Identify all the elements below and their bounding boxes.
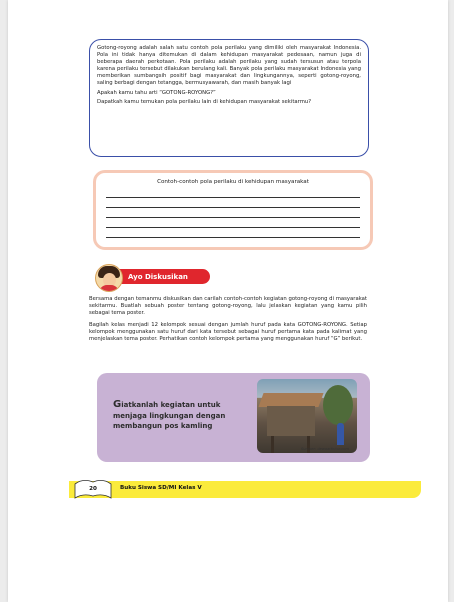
page-number: 20 bbox=[89, 486, 97, 492]
section-banner: Ayo Diskusikan bbox=[118, 269, 210, 284]
examples-worksheet-box: Contoh-contoh pola perilaku di kehidupan… bbox=[93, 170, 373, 250]
answer-line[interactable] bbox=[106, 197, 360, 198]
poster-text-rest: iatkanlah kegiatan untuk menjaga lingkun… bbox=[113, 401, 226, 430]
poster-initial: G bbox=[113, 399, 122, 410]
discussion-paragraph-2: Bagilah kelas menjadi 12 kelompok sesuai… bbox=[89, 322, 367, 343]
answer-line[interactable] bbox=[106, 227, 360, 228]
intro-paragraph: Gotong-royong adalah salah satu contoh p… bbox=[97, 45, 361, 87]
poster-example: Giatkanlah kegiatan untuk menjaga lingku… bbox=[97, 373, 370, 462]
book-title: Buku Siswa SD/MI Kelas V bbox=[120, 485, 202, 491]
examples-title: Contoh-contoh pola perilaku di kehidupan… bbox=[157, 179, 309, 185]
section-title: Ayo Diskusikan bbox=[128, 272, 188, 281]
poster-text: Giatkanlah kegiatan untuk menjaga lingku… bbox=[113, 399, 243, 432]
intro-text-box: Gotong-royong adalah salah satu contoh p… bbox=[89, 39, 369, 157]
poster-photo: Sumber: dewaarthitur.com bbox=[257, 379, 357, 453]
discussion-paragraph-1: Bersama dengan temanmu diskusikan dan ca… bbox=[89, 296, 367, 317]
intro-question-1: Apakah kamu tahu arti “GOTONG-ROYONG?” bbox=[97, 89, 216, 96]
student-avatar-icon bbox=[95, 264, 123, 292]
photo-caption: Sumber: dewaarthitur.com bbox=[300, 447, 349, 451]
intro-question-2: Dapatkah kamu temukan pola perilaku lain… bbox=[97, 98, 312, 105]
answer-line[interactable] bbox=[106, 217, 360, 218]
answer-line[interactable] bbox=[106, 207, 360, 208]
answer-line[interactable] bbox=[106, 237, 360, 238]
